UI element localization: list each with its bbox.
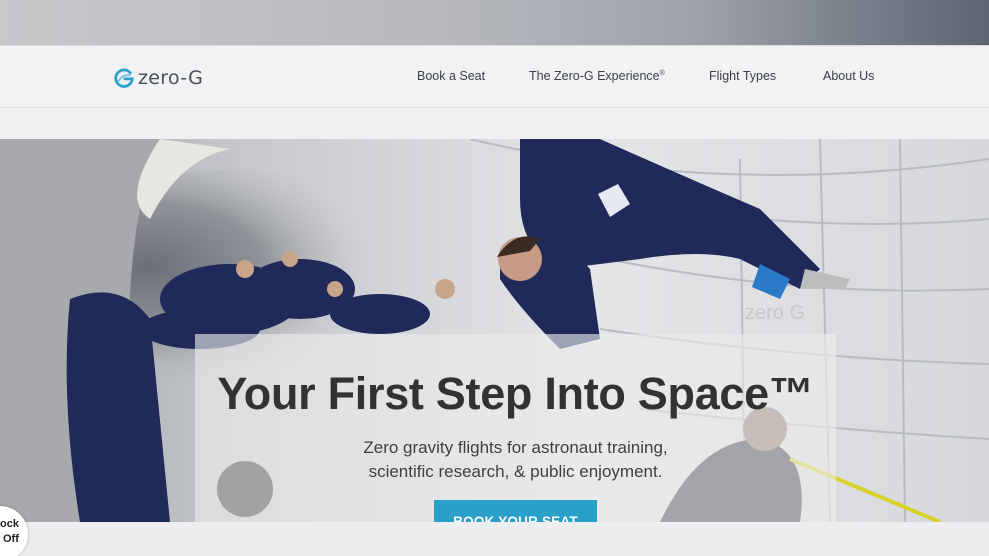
nav-zero-g-experience-label: The Zero-G Experience <box>529 69 660 83</box>
zero-g-logo-icon <box>114 68 134 88</box>
header-spacer <box>0 108 989 139</box>
cabin-logo-mark: zero G <box>745 302 805 324</box>
badge-text-line-2: Off <box>3 533 19 545</box>
hero-subheadline-line-1: Zero gravity flights for astronaut train… <box>363 438 668 457</box>
hero-subheadline-line-2: scientific research, & public enjoyment. <box>368 462 663 481</box>
nav-zero-g-experience[interactable]: The Zero-G Experience® <box>529 69 665 83</box>
hero-headline: Your First Step Into Space™ <box>217 368 814 419</box>
registered-mark: ® <box>659 69 665 77</box>
page-bottom-band <box>0 522 989 556</box>
hero-subheadline: Zero gravity flights for astronaut train… <box>195 436 836 484</box>
site-header: zero-G Book a Seat The Zero-G Experience… <box>0 45 989 108</box>
nav-flight-types[interactable]: Flight Types <box>709 69 776 83</box>
badge-text-line-1: ock <box>0 518 19 530</box>
logo-text: zero-G <box>138 67 204 89</box>
nav-book-a-seat[interactable]: Book a Seat <box>417 69 485 83</box>
hero-text-overlay <box>195 334 836 522</box>
zero-g-logo[interactable]: zero-G <box>113 64 203 92</box>
top-image-strip <box>0 0 989 45</box>
nav-about-us[interactable]: About Us <box>823 69 874 83</box>
